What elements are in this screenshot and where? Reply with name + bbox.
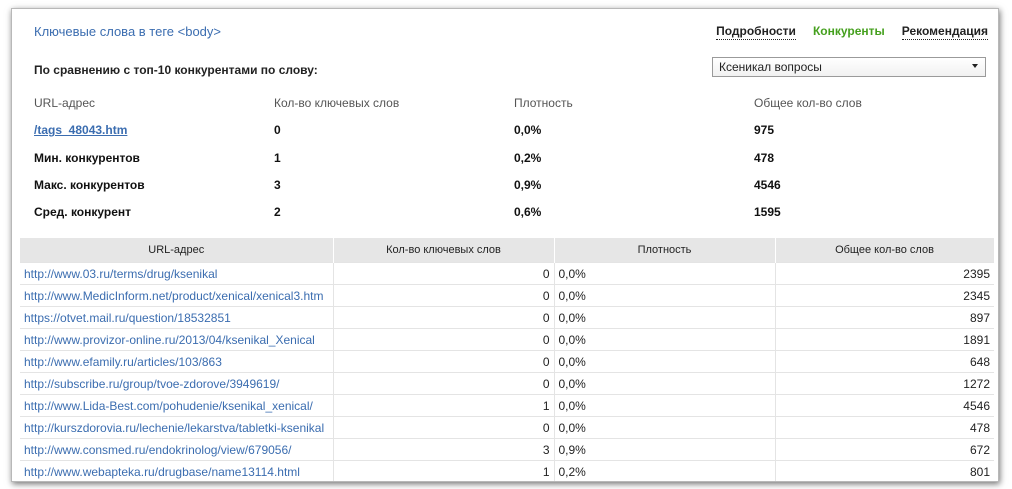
summary-density: 0,2% — [514, 150, 542, 165]
density-value: 0,0% — [554, 262, 776, 285]
tab-details[interactable]: Подробности — [716, 24, 796, 40]
total-words: 478 — [775, 416, 994, 439]
competitor-url-link[interactable]: http://www.Lida-Best.com/pohudenie/kseni… — [20, 394, 334, 417]
density-value: 0,0% — [554, 416, 776, 439]
keyword-count: 1 — [333, 460, 555, 481]
tab-bar: Подробности Конкуренты Рекомендация — [716, 24, 988, 40]
column-header-url[interactable]: URL-адрес — [20, 238, 334, 263]
summary-keywords: 3 — [274, 177, 281, 192]
summary-header-density: Плотность — [514, 96, 573, 110]
summary-row: /tags_48043.htm 0 0,0% 975 — [34, 118, 934, 145]
total-words: 1891 — [775, 328, 994, 351]
table-row: http://kurszdorovia.ru/lechenie/lekarstv… — [20, 416, 994, 439]
column-header-density[interactable]: Плотность — [554, 238, 776, 263]
total-words: 2345 — [775, 284, 994, 307]
total-words: 4546 — [775, 394, 994, 417]
summary-header-url: URL-адрес — [34, 96, 96, 110]
keyword-count: 0 — [333, 306, 555, 329]
density-value: 0,0% — [554, 284, 776, 307]
density-value: 0,0% — [554, 328, 776, 351]
table-row: http://www.webapteka.ru/drugbase/name131… — [20, 460, 994, 481]
total-words: 801 — [775, 460, 994, 481]
table-row: http://www.provizor-online.ru/2013/04/ks… — [20, 328, 994, 351]
competitors-table: URL-адрес Кол-во ключевых слов Плотность… — [20, 238, 995, 481]
total-words: 648 — [775, 350, 994, 373]
summary-row: Макс. конкурентов 3 0,9% 4546 — [34, 173, 934, 200]
competitor-url-link[interactable]: http://www.MedicInform.net/product/xenic… — [20, 284, 334, 307]
density-value: 0,9% — [554, 438, 776, 461]
total-words: 2395 — [775, 262, 994, 285]
summary-header-row: URL-адрес Кол-во ключевых слов Плотность… — [34, 91, 934, 118]
compare-label: По сравнению с топ-10 конкурентами по сл… — [34, 63, 318, 77]
keyword-count: 0 — [333, 284, 555, 307]
panel-title: Ключевые слова в теге <body> — [34, 24, 222, 39]
keyword-count: 0 — [333, 328, 555, 351]
competitors-header-row: URL-адрес Кол-во ключевых слов Плотность… — [20, 238, 995, 263]
summary-density: 0,0% — [514, 123, 542, 138]
summary-label: Сред. конкурент — [34, 205, 132, 220]
tab-recommendation[interactable]: Рекомендация — [901, 24, 988, 40]
keywords-panel: Ключевые слова в теге <body> Подробности… — [11, 8, 999, 482]
page-url-link[interactable]: /tags_48043.htm — [34, 123, 127, 137]
table-row: http://subscribe.ru/group/tvoe-zdorove/3… — [20, 372, 994, 395]
summary-row: Мин. конкурентов 1 0,2% 478 — [34, 146, 934, 173]
summary-density: 0,9% — [514, 177, 542, 192]
table-row: http://www.efamily.ru/articles/103/863 0 0… — [20, 350, 994, 373]
keyword-select[interactable]: Ксеникал вопросы — [712, 57, 986, 77]
total-words: 672 — [775, 438, 994, 461]
summary-table: URL-адрес Кол-во ключевых слов Плотность… — [34, 91, 934, 227]
competitor-url-link[interactable]: http://subscribe.ru/group/tvoe-zdorove/3… — [20, 372, 334, 395]
density-value: 0,0% — [554, 372, 776, 395]
summary-header-keywords: Кол-во ключевых слов — [274, 96, 400, 110]
column-header-keywords[interactable]: Кол-во ключевых слов — [333, 238, 555, 263]
tab-competitors[interactable]: Конкуренты — [813, 24, 885, 40]
competitor-url-link[interactable]: http://www.03.ru/terms/drug/ksenikal — [20, 262, 334, 285]
density-value: 0,0% — [554, 306, 776, 329]
keyword-select-value: Ксеникал вопросы — [719, 60, 822, 74]
column-header-total[interactable]: Общее кол-во слов — [775, 238, 995, 263]
summary-total: 975 — [754, 123, 775, 138]
competitor-url-link[interactable]: http://kurszdorovia.ru/lechenie/lekarstv… — [20, 416, 334, 439]
summary-total: 478 — [754, 150, 775, 165]
summary-keywords: 0 — [274, 123, 281, 138]
table-row: https://otvet.mail.ru/question/18532851 0… — [20, 306, 994, 329]
keyword-count: 0 — [333, 262, 555, 285]
density-value: 0,0% — [554, 350, 776, 373]
summary-row: Сред. конкурент 2 0,6% 1595 — [34, 200, 934, 227]
table-row: http://www.MedicInform.net/product/xenic… — [20, 284, 994, 307]
keyword-count: 0 — [333, 416, 555, 439]
total-words: 897 — [775, 306, 994, 329]
keyword-count: 1 — [333, 394, 555, 417]
total-words: 1272 — [775, 372, 994, 395]
summary-keywords: 1 — [274, 150, 281, 165]
density-value: 0,0% — [554, 394, 776, 417]
table-row: http://www.consmed.ru/endokrinolog/view/… — [20, 438, 994, 461]
table-row: http://www.03.ru/terms/drug/ksenikal 0 0,0… — [20, 262, 994, 285]
keyword-count: 3 — [333, 438, 555, 461]
summary-header-total: Общее кол-во слов — [754, 96, 862, 110]
competitor-url-link[interactable]: http://www.provizor-online.ru/2013/04/ks… — [20, 328, 334, 351]
keyword-count: 0 — [333, 372, 555, 395]
keyword-count: 0 — [333, 350, 555, 373]
summary-density: 0,6% — [514, 205, 542, 220]
competitor-url-link[interactable]: https://otvet.mail.ru/question/18532851 — [20, 306, 334, 329]
density-value: 0,2% — [554, 460, 776, 481]
summary-label: Мин. конкурентов — [34, 150, 140, 165]
summary-total: 1595 — [754, 205, 781, 220]
summary-label: Макс. конкурентов — [34, 177, 145, 192]
summary-keywords: 2 — [274, 205, 281, 220]
summary-total: 4546 — [754, 177, 781, 192]
chevron-down-icon — [972, 64, 978, 68]
table-row: http://www.Lida-Best.com/pohudenie/kseni… — [20, 394, 994, 417]
competitor-url-link[interactable]: http://www.webapteka.ru/drugbase/name131… — [20, 460, 334, 481]
competitor-url-link[interactable]: http://www.consmed.ru/endokrinolog/view/… — [20, 438, 334, 461]
competitor-url-link[interactable]: http://www.efamily.ru/articles/103/863 — [20, 350, 334, 373]
